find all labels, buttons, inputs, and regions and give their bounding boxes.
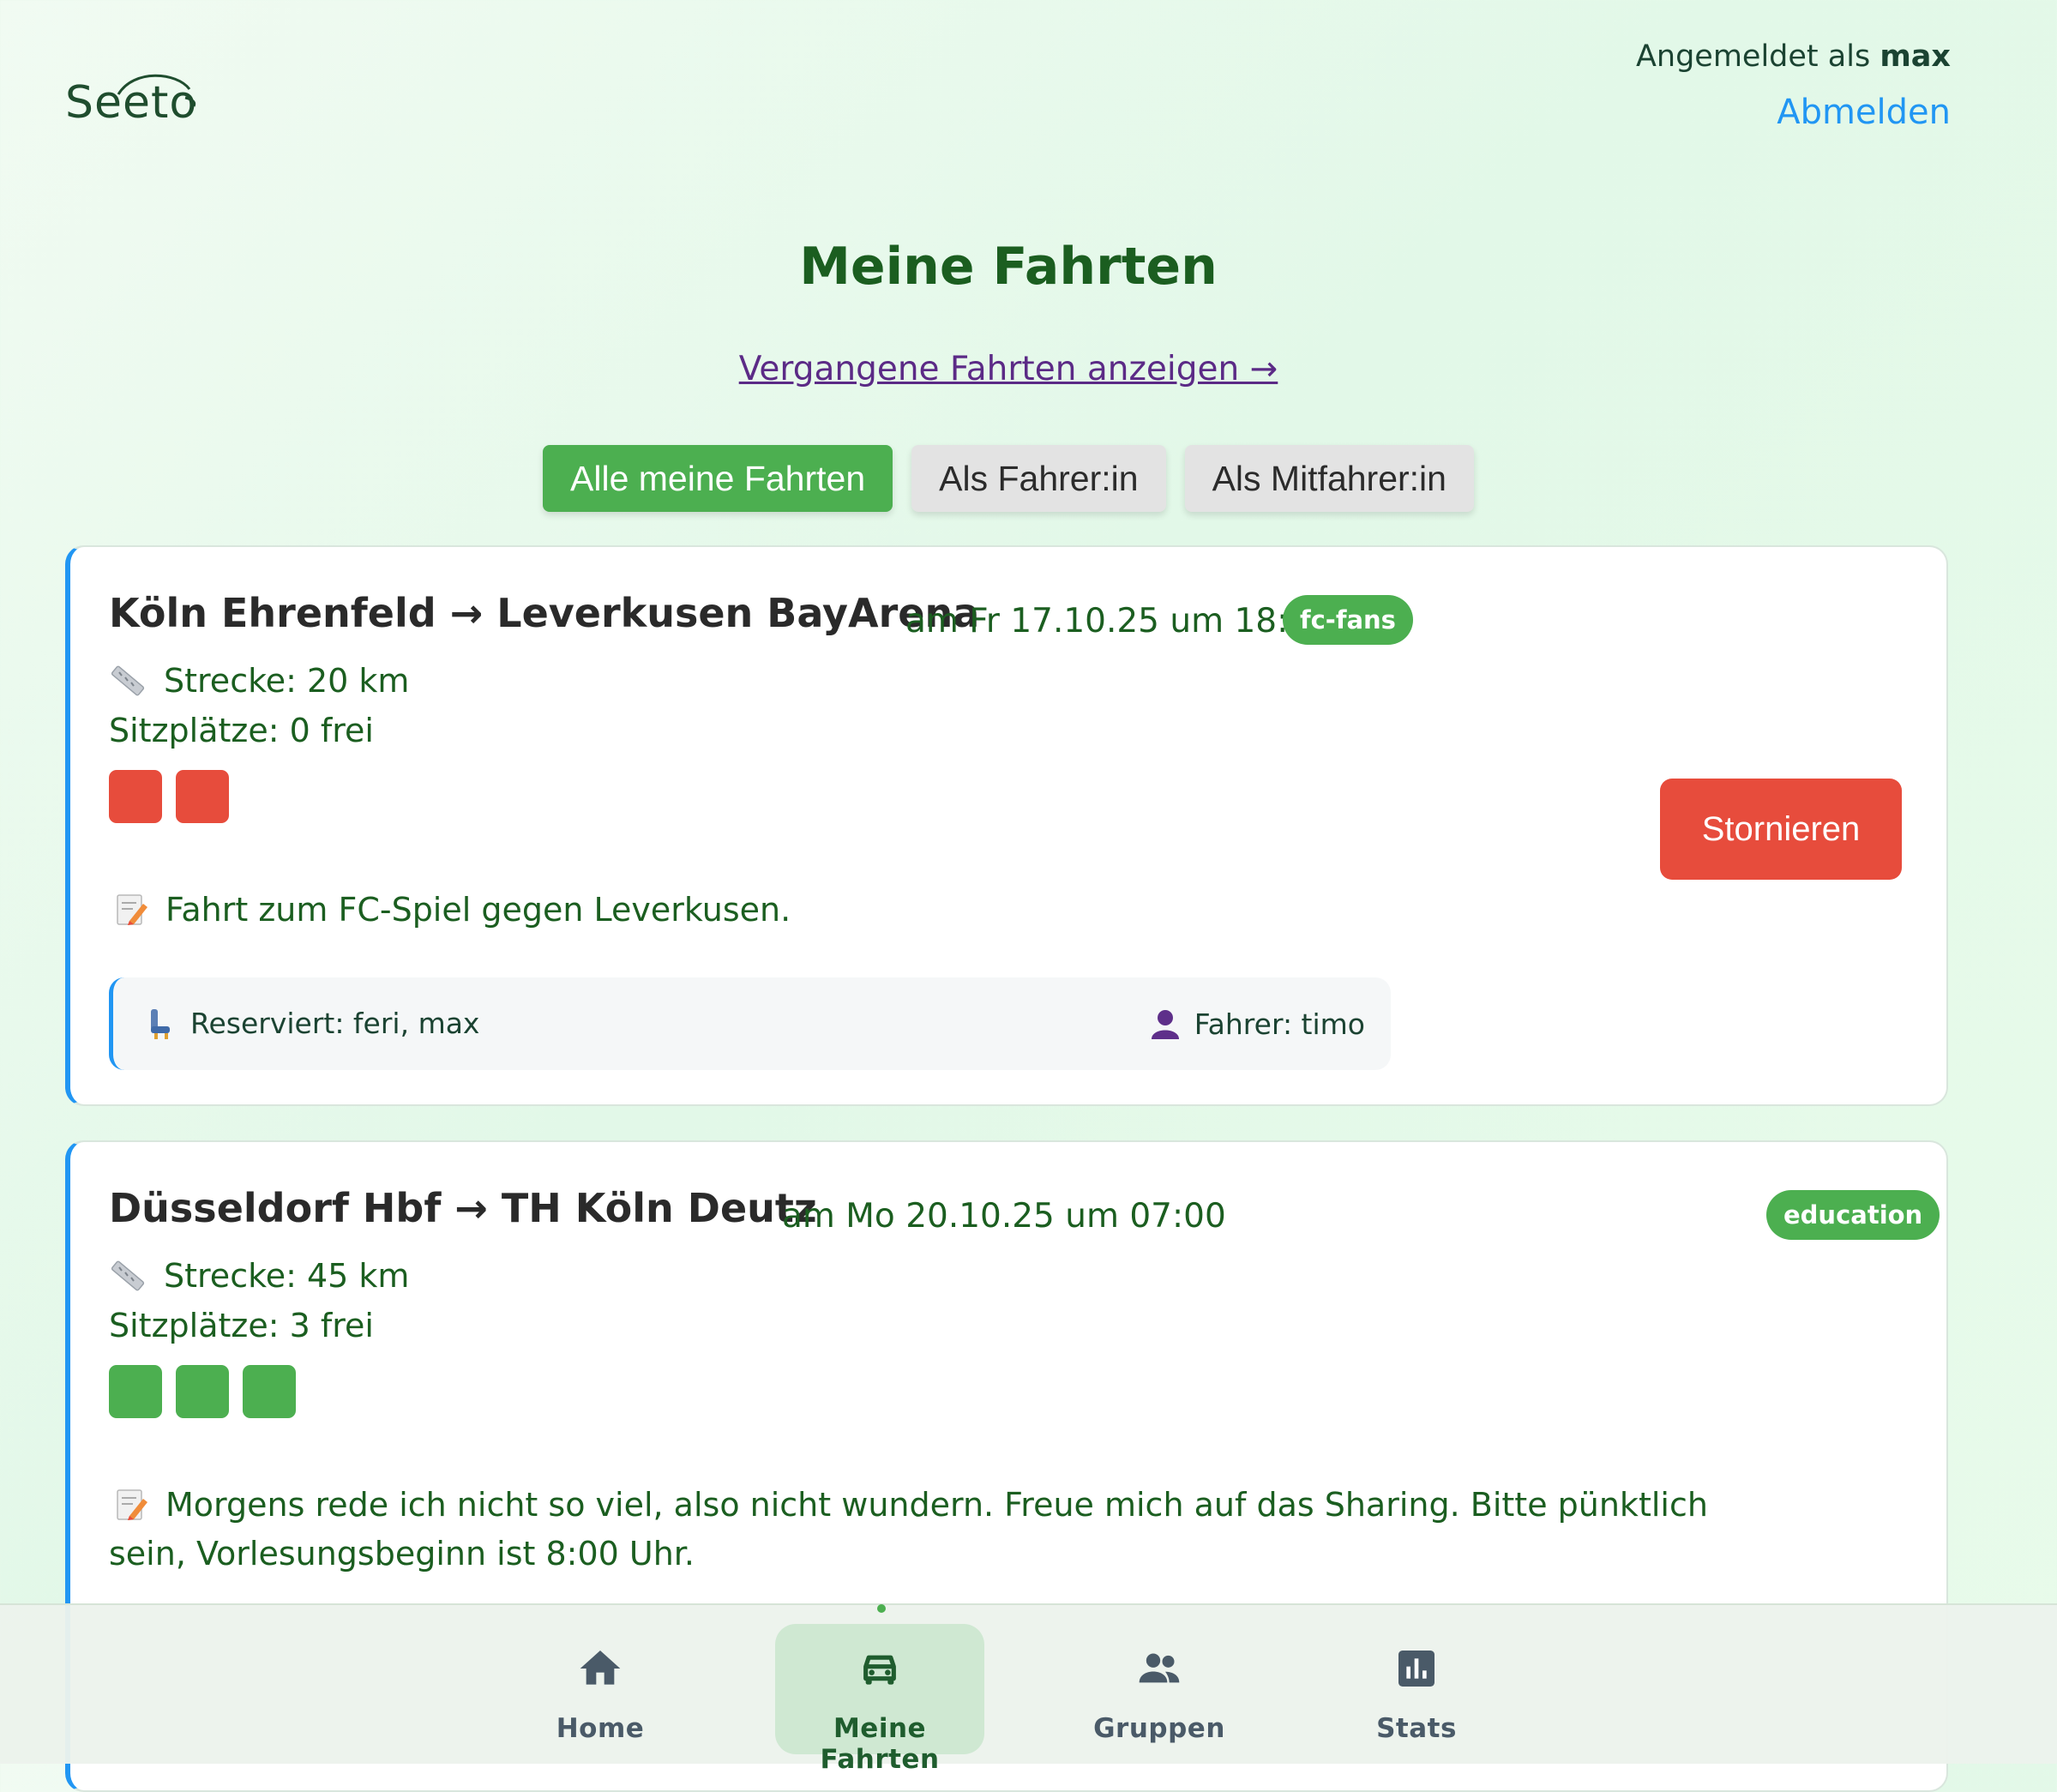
seats-free-text: Sitzplätze: 3 frei — [109, 1307, 374, 1344]
seats-free-text: Sitzplätze: 0 frei — [109, 712, 374, 749]
ride-card[interactable]: Köln Ehrenfeld → Leverkusen BayArena am … — [65, 545, 1948, 1106]
ruler-icon — [111, 665, 145, 696]
nav-item-my-rides[interactable]: Meine Fahrten — [775, 1624, 984, 1775]
seat-indicators — [109, 770, 229, 823]
nav-label: Meine Fahrten — [820, 1713, 940, 1775]
reservation-box: Reserviert: feri, max Fahrer: timo — [109, 977, 1391, 1070]
distance-text: Strecke: 45 km — [164, 1257, 410, 1295]
nav-item-home[interactable]: Home — [496, 1624, 705, 1754]
car-icon — [863, 1655, 896, 1685]
ride-filter-tabs: Alle meine Fahrten Als Fahrer:in Als Mit… — [0, 445, 2017, 512]
ride-date: am Fr 17.10.25 um 18:30 — [905, 602, 1331, 640]
note-text: Morgens rede ich nicht so viel, also nic… — [109, 1486, 1708, 1573]
driver-text: Fahrer: timo — [1194, 1007, 1365, 1041]
seat-icon — [151, 1009, 170, 1039]
ride-note: Fahrt zum FC-Spiel gegen Leverkusen. — [109, 886, 1755, 935]
group-badge[interactable]: education — [1766, 1190, 1940, 1240]
ruler-icon — [111, 1260, 145, 1291]
logged-in-label: Angemeldet als — [1635, 39, 1871, 74]
seat-free-indicator[interactable] — [243, 1365, 296, 1418]
cancel-ride-button[interactable]: Stornieren — [1660, 779, 1902, 880]
seat-free-indicator[interactable] — [109, 1365, 162, 1418]
note-text: Fahrt zum FC-Spiel gegen Leverkusen. — [165, 891, 791, 929]
memo-icon — [117, 1489, 147, 1520]
chart-icon — [1398, 1651, 1434, 1687]
filter-as-passenger-button[interactable]: Als Mitfahrer:in — [1184, 445, 1474, 512]
nav-item-stats[interactable]: Stats — [1312, 1624, 1521, 1754]
ride-distance: Strecke: 20 km — [109, 662, 409, 700]
person-icon — [1151, 1010, 1179, 1039]
ride-distance: Strecke: 45 km — [109, 1257, 409, 1295]
nav-label: Stats — [1376, 1713, 1457, 1744]
ride-date: am Mo 20.10.25 um 07:00 — [782, 1197, 1226, 1236]
active-nav-indicator — [877, 1604, 886, 1613]
seat-indicators — [109, 1365, 296, 1418]
seeto-logo[interactable]: Seeto — [65, 70, 202, 130]
filter-as-driver-button[interactable]: Als Fahrer:in — [911, 445, 1166, 512]
nav-item-groups[interactable]: Gruppen — [1055, 1624, 1264, 1754]
car-arc-icon — [117, 74, 196, 107]
ride-route: Düsseldorf Hbf → TH Köln Deutz — [109, 1185, 817, 1231]
seat-taken-indicator — [109, 770, 162, 823]
distance-text: Strecke: 20 km — [164, 662, 410, 700]
group-badge[interactable]: fc-fans — [1283, 595, 1413, 645]
username: max — [1880, 39, 1951, 74]
seat-free-indicator[interactable] — [176, 1365, 229, 1418]
reserved-by-text: Reserviert: feri, max — [190, 1007, 480, 1040]
home-icon — [580, 1651, 621, 1685]
nav-label: Gruppen — [1093, 1713, 1225, 1744]
logout-link[interactable]: Abmelden — [1636, 93, 1951, 132]
group-icon — [1139, 1653, 1180, 1683]
memo-icon — [117, 894, 147, 925]
user-info: Angemeldet als max Abmelden — [1636, 39, 1951, 132]
bottom-navigation: Home Meine Fahrten Gruppen Stats — [0, 1603, 2057, 1775]
filter-all-rides-button[interactable]: Alle meine Fahrten — [543, 445, 893, 512]
page-title: Meine Fahrten — [799, 237, 1218, 297]
ride-route: Köln Ehrenfeld → Leverkusen BayArena — [109, 590, 980, 636]
seat-taken-indicator — [176, 770, 229, 823]
past-rides-link[interactable]: Vergangene Fahrten anzeigen → — [739, 350, 1278, 388]
nav-label: Home — [556, 1713, 645, 1744]
ride-note: Morgens rede ich nicht so viel, also nic… — [109, 1481, 1755, 1579]
